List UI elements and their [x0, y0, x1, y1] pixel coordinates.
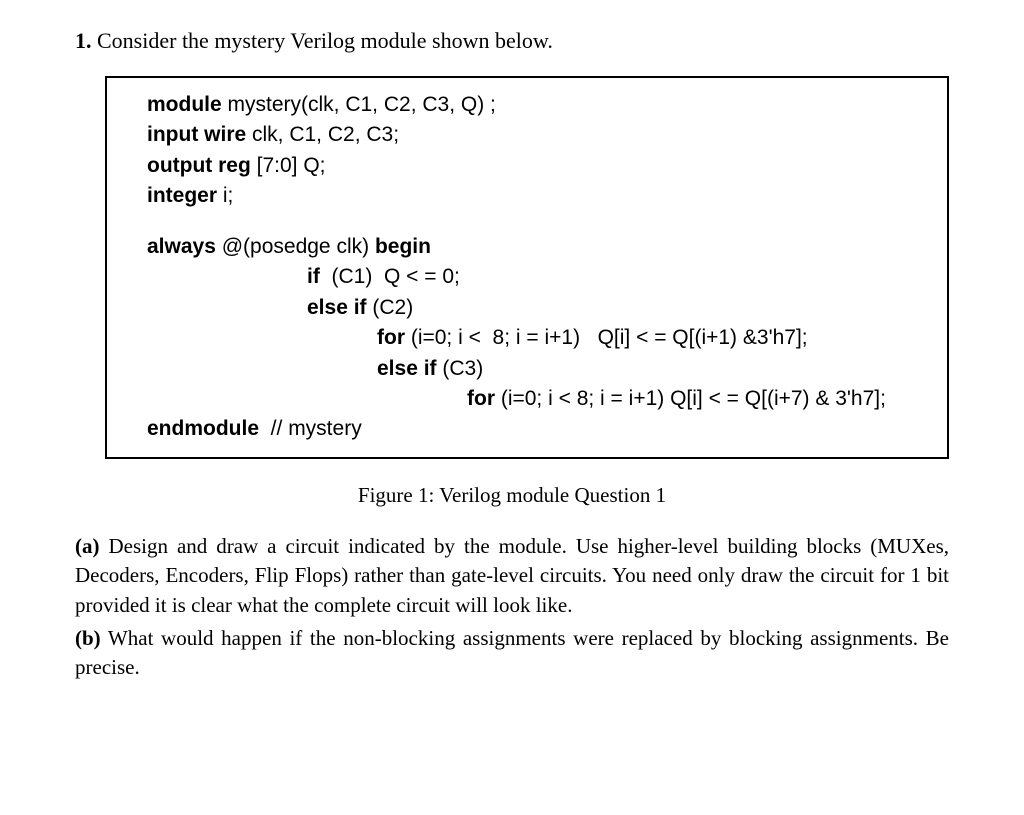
code-text: @(posedge clk) — [216, 235, 375, 258]
code-text: // mystery — [259, 417, 362, 440]
code-line-8: for (i=0; i < 8; i = i+1) Q[i] < = Q[(i+… — [147, 323, 929, 353]
kw-for: for — [467, 387, 495, 410]
code-text: [7:0] Q; — [251, 154, 326, 177]
kw-if: if — [307, 265, 320, 288]
code-line-5: always @(posedge clk) begin — [147, 232, 929, 262]
code-line-4: integer i; — [147, 181, 929, 211]
kw-always: always — [147, 235, 216, 258]
question-header: 1. Consider the mystery Verilog module s… — [75, 28, 949, 54]
code-line-10: for (i=0; i < 8; i = i+1) Q[i] < = Q[(i+… — [147, 384, 929, 414]
code-text: mystery(clk, C1, C2, C3, Q) ; — [222, 93, 496, 116]
code-text: (i=0; i < 8; i = i+1) Q[i] < = Q[(i+7) &… — [495, 387, 886, 410]
kw-module: module — [147, 93, 222, 116]
subpart-a-text: Design and draw a circuit indicated by t… — [75, 534, 949, 617]
code-line-2: input wire clk, C1, C2, C3; — [147, 120, 929, 150]
kw-output-reg: output reg — [147, 154, 251, 177]
code-box: module mystery(clk, C1, C2, C3, Q) ; inp… — [105, 76, 949, 459]
question-number: 1. — [75, 28, 92, 53]
code-line-3: output reg [7:0] Q; — [147, 151, 929, 181]
kw-endmodule: endmodule — [147, 417, 259, 440]
kw-integer: integer — [147, 184, 217, 207]
kw-else-if: else if — [307, 296, 367, 319]
kw-for: for — [377, 326, 405, 349]
code-line-1: module mystery(clk, C1, C2, C3, Q) ; — [147, 90, 929, 120]
figure-caption: Figure 1: Verilog module Question 1 — [75, 483, 949, 508]
code-text: (C2) — [367, 296, 414, 319]
subpart-a-label: (a) — [75, 534, 100, 558]
subquestion-b: (b) What would happen if the non-blockin… — [75, 624, 949, 683]
kw-input-wire: input wire — [147, 123, 246, 146]
kw-begin: begin — [375, 235, 431, 258]
question-prompt: Consider the mystery Verilog module show… — [97, 28, 553, 53]
code-line-9: else if (C3) — [147, 354, 929, 384]
code-text: clk, C1, C2, C3; — [246, 123, 399, 146]
code-line-6: if (C1) Q < = 0; — [147, 262, 929, 292]
subpart-b-text: What would happen if the non-blocking as… — [75, 626, 949, 679]
code-line-7: else if (C2) — [147, 293, 929, 323]
code-text: (C1) Q < = 0; — [320, 265, 460, 288]
code-text: (i=0; i < 8; i = i+1) Q[i] < = Q[(i+1) &… — [405, 326, 808, 349]
kw-else-if: else if — [377, 357, 437, 380]
code-text: (C3) — [437, 357, 484, 380]
code-line-11: endmodule // mystery — [147, 414, 929, 444]
subquestion-a: (a) Design and draw a circuit indicated … — [75, 532, 949, 620]
code-text: i; — [217, 184, 233, 207]
subpart-b-label: (b) — [75, 626, 101, 650]
document-page: 1. Consider the mystery Verilog module s… — [0, 0, 1024, 715]
blank-line — [147, 212, 929, 232]
